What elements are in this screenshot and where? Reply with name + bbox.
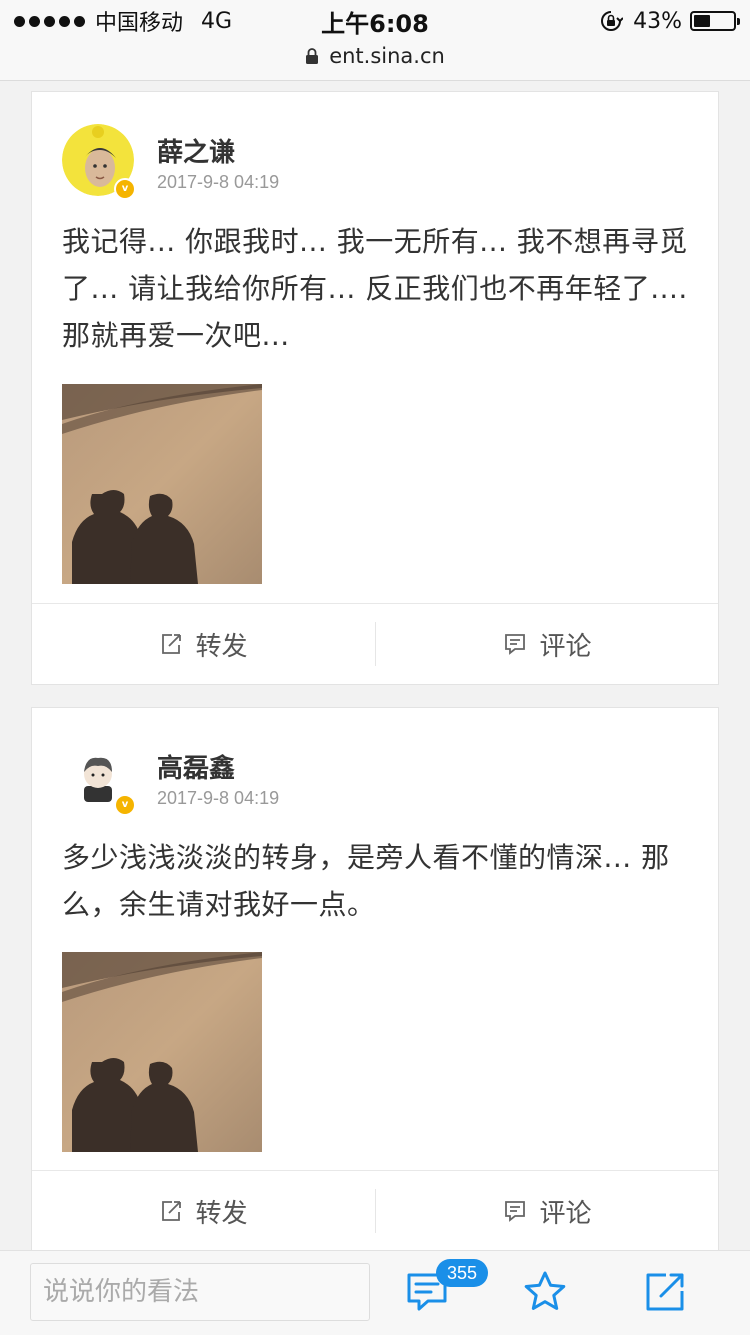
share-icon[interactable] [642,1269,688,1315]
comment-input[interactable] [30,1263,370,1321]
username[interactable]: 高磊鑫 [157,748,235,785]
comment-icon [505,634,526,655]
url-text: ent.sina.cn [329,44,445,68]
post-timestamp: 2017-9-8 04:19 [157,788,280,808]
verified-badge: v [114,178,136,200]
post-card: v 薛之谦 2017-9-8 04:19 我记得... 你跟我时... 我一无所… [31,91,719,685]
post-actions: 转发 评论 [32,603,718,684]
repost-button[interactable]: 转发 [32,1171,375,1251]
padlock-icon [306,48,319,64]
username[interactable]: 薛之谦 [157,132,235,169]
rotation-lock-icon [601,11,624,31]
address-bar[interactable]: ent.sina.cn [0,40,750,72]
post-timestamp: 2017-9-8 04:19 [157,172,280,192]
battery-icon [690,11,740,31]
repost-button[interactable]: 转发 [32,604,375,684]
status-bar: 中国移动 4G 上午6:08 43% ent.sina.cn [0,0,750,81]
comment-icon [505,1201,526,1222]
comment-label: 评论 [539,1198,592,1229]
post-actions: 转发 评论 [32,1170,718,1251]
comment-count-badge: 355 [436,1259,488,1287]
repost-icon [162,1201,182,1221]
comment-label: 评论 [539,631,592,662]
comment-button[interactable]: 评论 [376,604,719,684]
post-image[interactable] [62,952,262,1152]
comment-button[interactable]: 评论 [376,1171,719,1251]
bottom-bar: 355 [0,1250,750,1335]
repost-label: 转发 [195,1198,248,1229]
post-image[interactable] [62,384,262,584]
battery-percent: 43% [633,8,682,34]
post-text: 我记得... 你跟我时... 我一无所有... 我不想再寻觅了... 请让我给你… [62,225,688,352]
verified-badge: v [114,794,136,816]
star-icon[interactable] [522,1269,568,1315]
battery-fill [694,15,710,27]
status-right: 43% [599,6,740,36]
repost-icon [162,634,182,654]
post-text: 多少浅浅淡淡的转身，是旁人看不懂的情深... 那么，余生请对我好一点。 [62,841,670,921]
repost-label: 转发 [195,631,248,662]
post-card: v 高磊鑫 2017-9-8 04:19 多少浅浅淡淡的转身，是旁人看不懂的情深… [31,707,719,1252]
